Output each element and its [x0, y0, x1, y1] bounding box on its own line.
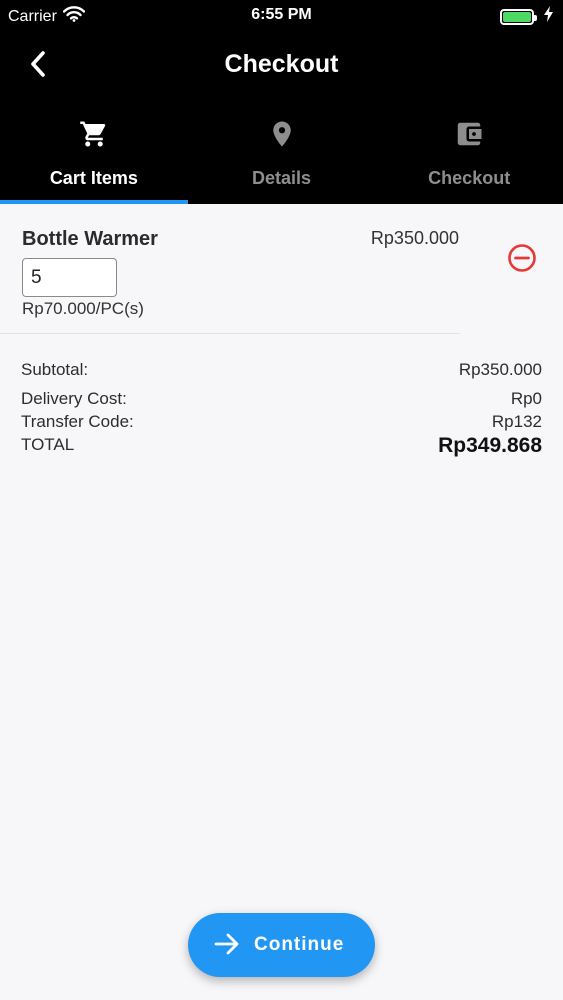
transfer-row: Transfer Code: Rp132	[21, 412, 542, 435]
status-time: 6:55 PM	[251, 6, 312, 23]
delivery-label: Delivery Cost:	[21, 389, 127, 408]
tab-label: Details	[251, 168, 312, 188]
status-bar: Carrier 6:55 PM	[0, 0, 563, 30]
status-right	[500, 6, 553, 27]
transfer-label: Transfer Code:	[21, 412, 134, 431]
item-divider	[0, 333, 460, 334]
battery-icon	[500, 8, 537, 25]
checkout-screen: Carrier 6:55 PM Checkout Cart Items Deta…	[0, 0, 563, 1000]
total-row: TOTAL Rp349.868	[21, 434, 542, 458]
tab-bar: Cart Items Details Checkout	[0, 102, 563, 204]
arrow-right-icon	[214, 932, 240, 959]
cart-icon	[79, 118, 109, 150]
remove-item-button[interactable]	[506, 243, 538, 278]
delivery-value: Rp0	[510, 389, 542, 408]
remove-circle-icon	[507, 243, 537, 278]
continue-button[interactable]: Continue	[188, 913, 375, 977]
page-title: Checkout	[224, 50, 339, 78]
quantity-input[interactable]	[22, 258, 117, 297]
total-label: TOTAL	[21, 435, 75, 454]
cart-item: Bottle Warmer Rp350.000 Rp70.000/PC(s)	[0, 204, 563, 334]
charging-icon	[544, 6, 553, 27]
tab-details[interactable]: Details	[188, 102, 376, 204]
tab-checkout[interactable]: Checkout	[375, 102, 563, 204]
unit-price: Rp70.000/PC(s)	[22, 299, 144, 318]
item-price: Rp350.000	[370, 228, 459, 248]
total-value: Rp349.868	[438, 434, 542, 457]
subtotal-value: Rp350.000	[458, 360, 542, 379]
continue-label: Continue	[254, 934, 345, 955]
location-pin-icon	[267, 118, 297, 150]
wallet-icon	[454, 118, 484, 150]
app-bar: Checkout	[0, 30, 563, 102]
item-name: Bottle Warmer	[22, 228, 158, 250]
tab-label: Checkout	[428, 168, 511, 188]
tab-label: Cart Items	[49, 168, 138, 188]
delivery-row: Delivery Cost: Rp0	[21, 389, 542, 412]
subtotal-row: Subtotal: Rp350.000	[21, 360, 542, 389]
subtotal-label: Subtotal:	[21, 360, 89, 379]
tab-cart-items[interactable]: Cart Items	[0, 102, 188, 204]
order-summary: Subtotal: Rp350.000 Delivery Cost: Rp0 T…	[21, 360, 542, 458]
transfer-value: Rp132	[491, 412, 542, 431]
